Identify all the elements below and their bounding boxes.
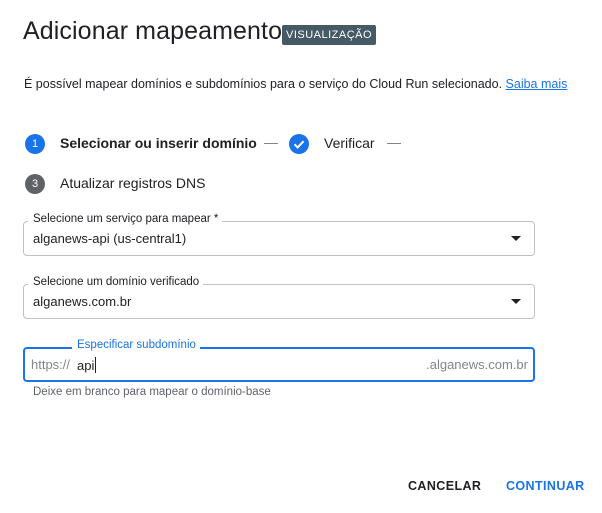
domain-select-value: alganews.com.br	[33, 294, 132, 309]
subdomain-field[interactable]: https:// .alganews.com.br	[23, 347, 535, 382]
text-cursor	[95, 357, 96, 373]
service-select-value: alganews-api (us-central1)	[33, 231, 187, 246]
description-text: É possível mapear domínios e subdomínios…	[24, 77, 503, 91]
step-3-label: Atualizar registros DNS	[60, 175, 206, 191]
subdomain-suffix: .alganews.com.br	[426, 357, 528, 372]
subdomain-hint: Deixe em branco para mapear o domínio-ba…	[33, 386, 271, 398]
dropdown-arrow-icon	[511, 236, 521, 241]
step-1-label: Selecionar ou inserir domínio	[60, 135, 257, 151]
dialog-title: Adicionar mapeamento	[23, 17, 283, 45]
dropdown-arrow-icon	[511, 299, 521, 304]
preview-badge: VISUALIZAÇÃO	[282, 25, 377, 45]
subdomain-prefix: https://	[31, 357, 71, 372]
check-icon	[289, 134, 309, 154]
dialog-description: É possível mapear domínios e subdomínios…	[24, 77, 567, 91]
continue-button[interactable]: CONTINUAR	[506, 479, 585, 493]
step-divider	[264, 143, 278, 144]
step-divider	[387, 143, 401, 144]
step-2-label: Verificar	[324, 135, 375, 151]
cancel-button[interactable]: CANCELAR	[408, 479, 481, 493]
subdomain-label: Especificar subdomínio	[72, 339, 200, 351]
subdomain-input[interactable]	[77, 355, 377, 375]
domain-select[interactable]: alganews.com.br	[23, 284, 535, 319]
service-select[interactable]: alganews-api (us-central1)	[23, 221, 535, 256]
service-select-label: Selecione um serviço para mapear *	[28, 213, 223, 225]
learn-more-link[interactable]: Saiba mais	[506, 77, 568, 91]
step-3-number: 3	[25, 174, 45, 194]
step-1-number: 1	[25, 134, 45, 154]
domain-select-label: Selecione um domínio verificado	[28, 276, 204, 288]
